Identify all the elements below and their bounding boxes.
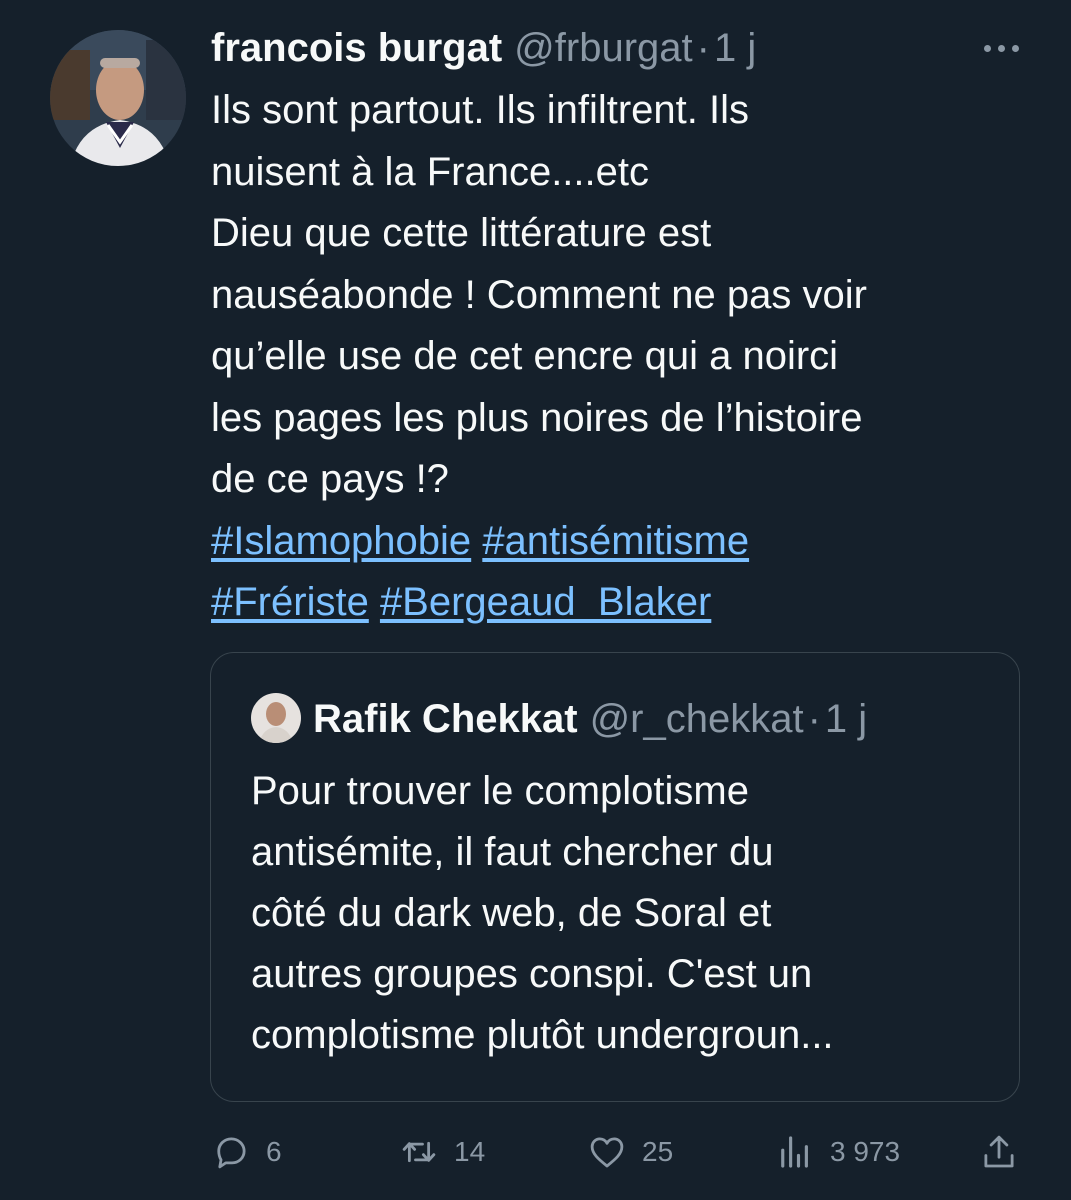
quoted-author-handle: @r_chekkat <box>589 696 804 741</box>
quoted-text-line: antisémite, il faut chercher du <box>251 830 774 874</box>
tweet-text-line: nauséabonde ! Comment ne pas voir <box>211 272 867 317</box>
quoted-author-avatar <box>251 693 301 743</box>
share-button[interactable] <box>978 1125 1020 1179</box>
author-avatar[interactable] <box>50 30 186 166</box>
author-handle[interactable]: @frburgat <box>514 26 692 71</box>
tweet-header: francois burgat @frburgat · 1 j <box>211 20 756 76</box>
tweet-text-line: Dieu que cette littérature est <box>211 211 712 255</box>
tweet-text: Ils sont partout. Ils infiltrent. Ils nu… <box>211 80 1031 634</box>
share-icon <box>984 1135 1014 1168</box>
time-separator: · <box>696 25 710 70</box>
tweet-text-line: nuisent à la France....etc <box>211 149 650 194</box>
reply-button[interactable]: 6 <box>210 1125 282 1179</box>
views-chart-icon <box>781 1136 808 1168</box>
hashtag-link[interactable]: #Bergeaud_Blaker <box>380 580 711 624</box>
hashtag-link[interactable]: #Frériste <box>211 580 369 624</box>
hashtag-link[interactable]: #Islamophobie <box>211 519 471 563</box>
tweet-text-line: Ils sont partout. Ils infiltrent. Ils <box>211 88 749 132</box>
tweet-action-bar: 6 14 25 3 973 <box>210 1125 1030 1179</box>
like-count: 25 <box>642 1136 674 1167</box>
views-count: 3 973 <box>830 1136 901 1167</box>
tweet-text-line: qu’elle use de cet encre qui a noirci <box>211 334 839 378</box>
hashtag-line: #Frériste #Bergeaud_Blaker <box>211 572 1031 634</box>
reply-icon <box>217 1137 246 1169</box>
quoted-author-avatar-image <box>251 693 301 743</box>
quoted-author-name: Rafik Chekkat <box>313 696 578 741</box>
author-name[interactable]: francois burgat <box>211 26 502 71</box>
more-options-button[interactable] <box>974 26 1028 70</box>
quoted-tweet-header: Rafik Chekkat @r_chekkat · 1 j <box>313 691 867 747</box>
retweet-button[interactable]: 14 <box>398 1125 485 1179</box>
reply-count: 6 <box>266 1136 282 1167</box>
quoted-text-line: côté du dark web, de Soral et <box>251 891 772 935</box>
retweet-count: 14 <box>454 1136 486 1167</box>
quoted-tweet-text: Pour trouver le complotisme antisémite, … <box>251 761 991 1066</box>
heart-icon <box>590 1137 624 1168</box>
quoted-text-line: autres groupes conspi. C'est un <box>251 952 813 996</box>
quoted-tweet-card[interactable]: Rafik Chekkat @r_chekkat · 1 j Pour trou… <box>210 652 1020 1102</box>
hashtag-link[interactable]: #antisémitisme <box>482 519 749 563</box>
like-button[interactable]: 25 <box>586 1125 673 1179</box>
views-button[interactable]: 3 973 <box>774 1125 900 1179</box>
quoted-text-line: complotisme plutôt undergroun... <box>251 1013 834 1057</box>
hashtag-line: #Islamophobie #antisémitisme <box>211 511 1031 573</box>
quoted-tweet-time: 1 j <box>824 696 868 741</box>
tweet-text-line: de ce pays !? <box>211 457 449 501</box>
author-avatar-image <box>50 30 186 166</box>
time-separator: · <box>807 696 821 741</box>
tweet-text-line: les pages les plus noires de l’histoire <box>211 395 863 440</box>
tweet-time[interactable]: 1 j <box>714 26 756 71</box>
retweet-icon <box>402 1141 436 1163</box>
quoted-text-line: Pour trouver le complotisme <box>251 769 749 813</box>
